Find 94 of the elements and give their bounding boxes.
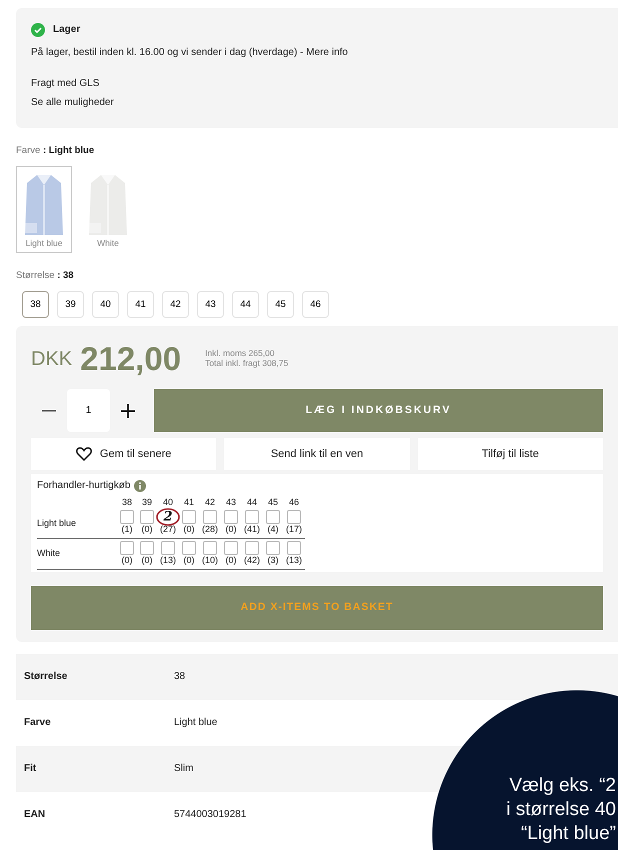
quantity-checkbox[interactable] (287, 540, 302, 555)
callout-text: i størrelse 40 (505, 798, 616, 822)
action-button[interactable]: Send link til en ven (224, 438, 410, 470)
size-header: 39 (140, 497, 153, 508)
size-option[interactable]: 46 (302, 291, 329, 318)
quantity-checkbox[interactable] (182, 510, 196, 524)
quantity-checkbox[interactable] (287, 510, 302, 524)
color-swatch[interactable]: Light blue (16, 166, 72, 253)
color-swatch[interactable]: White (80, 166, 136, 253)
color-label: Farve : Light blue (16, 144, 96, 158)
size-header: 41 (183, 497, 196, 508)
quantity-checkbox[interactable] (120, 510, 134, 524)
spec-label: Størrelse (24, 670, 68, 684)
vat-info: Inkl. moms 265,00 (205, 348, 276, 359)
minus-icon (42, 410, 56, 412)
size-option[interactable]: 43 (197, 291, 224, 318)
size-header: 42 (204, 497, 216, 508)
quantity-checkbox[interactable] (245, 540, 260, 555)
stock-count: (0) (182, 524, 196, 535)
size-header: 40 (162, 497, 174, 508)
check-icon (31, 22, 45, 36)
stock-count: (42) (244, 554, 260, 566)
quantity-checkbox[interactable] (140, 510, 154, 524)
size-option[interactable]: 41 (127, 291, 154, 318)
stock-count: (4) (266, 524, 280, 535)
quantity-field[interactable]: 1 (67, 389, 110, 432)
stock-count: (41) (244, 524, 260, 535)
quantity-checkbox[interactable] (266, 540, 280, 555)
size-header: 38 (120, 497, 133, 508)
stock-count: (0) (182, 554, 196, 566)
stock-title: Lager (53, 23, 80, 37)
price: 212,00 (80, 342, 182, 376)
size-option[interactable]: 42 (162, 291, 189, 318)
spec-label: Farve (24, 716, 52, 730)
heart-icon (76, 446, 92, 462)
spec-value: Slim (174, 762, 194, 776)
quantity-checkbox[interactable] (203, 510, 218, 524)
size-option[interactable]: 44 (232, 291, 259, 318)
stock-count: (3) (266, 554, 280, 566)
quantity-checkbox[interactable] (266, 510, 280, 524)
stock-count: (0) (120, 554, 134, 566)
stock-count: (1) (120, 524, 134, 535)
handwritten-number: 2 (163, 510, 173, 524)
options-link[interactable]: Se alle muligheder (31, 95, 114, 110)
color-name: White (37, 548, 60, 558)
size-header: 46 (288, 497, 300, 508)
size-label: Størrelse : 38 (16, 269, 75, 283)
stock-count: (13) (286, 554, 302, 566)
size-header: 43 (225, 497, 238, 508)
add-to-basket-button[interactable]: LÆG I INDKØBSKURV (154, 389, 603, 432)
spec-label: Fit (24, 762, 38, 776)
stock-count: (0) (224, 554, 238, 566)
size-option[interactable]: 40 (92, 291, 119, 318)
more-info-link[interactable]: Mere info (306, 47, 348, 58)
shipping-text: Fragt med GLS (31, 77, 100, 91)
quantity-checkbox[interactable] (140, 540, 154, 555)
stock-message: På lager, bestil inden kl. 16.00 og vi sender i dag (hverdage) - Mere info (31, 46, 349, 60)
total-info: Total inkl. fragt 308,75 (205, 358, 288, 369)
stock-count: (0) (140, 554, 154, 566)
action-button[interactable]: Tilføj til liste (418, 438, 603, 470)
stock-count: (0) (224, 524, 238, 535)
plus-icon (121, 404, 135, 418)
stock-count: (28) (202, 524, 218, 535)
swatch-label: Light blue (24, 237, 64, 250)
info-icon (134, 480, 146, 492)
size-option[interactable]: 39 (57, 291, 84, 318)
spec-value: 5744003019281 (174, 808, 246, 822)
quantity-checkbox[interactable] (224, 510, 238, 524)
swatch-label: White (96, 237, 120, 250)
stock-count: (0) (140, 524, 154, 535)
size-option[interactable]: 45 (267, 291, 294, 318)
quantity-checkbox[interactable] (120, 540, 134, 555)
color-name: Light blue (37, 518, 76, 528)
callout-text: Vælg eks. “2 (508, 774, 616, 798)
stock-count: (27) (160, 524, 176, 535)
size-header: 45 (267, 497, 280, 508)
quantity-checkbox[interactable] (245, 510, 260, 524)
quantity-checkbox[interactable] (224, 540, 238, 555)
stock-count: (17) (286, 524, 302, 535)
quantity-checkbox[interactable] (182, 540, 196, 555)
stock-count: (13) (160, 554, 176, 566)
spec-value: 38 (174, 670, 186, 684)
action-button[interactable]: Gem til senere (31, 438, 216, 470)
callout-text: “Light blue” (520, 822, 616, 846)
quantity-checkbox[interactable] (161, 540, 175, 555)
circle-annotation (156, 508, 180, 526)
spec-label: EAN (24, 808, 46, 822)
quantity-checkbox[interactable] (203, 540, 218, 555)
quick-buy-title: Forhandler-hurtigkøb (37, 479, 130, 494)
currency: DKK (31, 346, 72, 372)
size-option[interactable]: 38 (22, 291, 49, 318)
stock-count: (10) (202, 554, 218, 566)
spec-value: Light blue (174, 716, 218, 730)
size-header: 44 (246, 497, 258, 508)
